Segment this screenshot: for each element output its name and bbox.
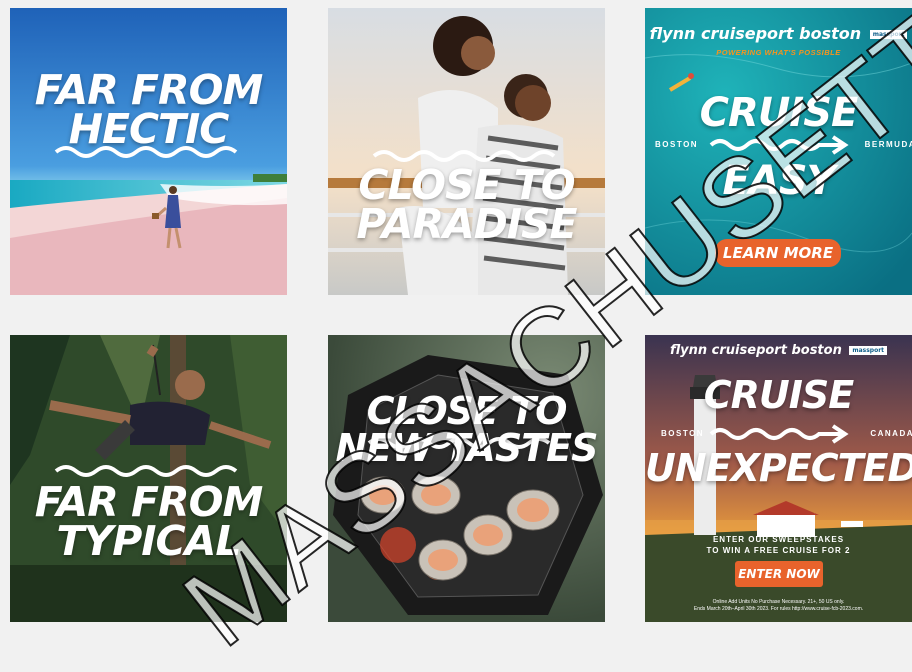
headline-top: CRUISE: [699, 90, 859, 136]
ad-tile-cruise-unexpected[interactable]: flynn cruiseport boston massport CRUISE …: [645, 335, 912, 622]
headline-top: CRUISE: [703, 373, 854, 417]
wave-arrow-icon: [645, 134, 912, 156]
headline-line-2: NEW TASTES: [335, 426, 599, 470]
ad-tile-close-to-new-tastes[interactable]: CLOSE TO NEW TASTES: [328, 335, 605, 622]
promo-line-2: TO WIN A FREE CRUISE FOR 2: [706, 546, 851, 555]
enter-now-button[interactable]: ENTER NOW: [735, 561, 823, 587]
massport-logo: massport: [869, 30, 908, 39]
learn-more-button[interactable]: LEARN MORE: [715, 239, 841, 267]
ad-tile-cruise-easy[interactable]: flynn cruiseport boston massport POWERIN…: [645, 8, 912, 295]
fine-print-line-1: Online Add Units No Purchase Necessary. …: [712, 599, 845, 605]
ad-tile-close-to-paradise[interactable]: CLOSE TO PARADISE: [328, 8, 605, 295]
brand-name: flynn cruiseport boston: [669, 343, 842, 358]
brand-name: flynn cruiseport boston: [649, 24, 862, 43]
ad-tile-far-from-typical[interactable]: FAR FROM TYPICAL: [10, 335, 287, 622]
wave-divider-icon: [10, 144, 287, 160]
ad-tile-far-from-hectic[interactable]: FAR FROM HECTIC: [10, 8, 287, 295]
headline-line-1: CLOSE TO: [366, 389, 568, 433]
headline-bottom: UNEXPECTED: [645, 446, 912, 490]
wave-divider-icon: [10, 463, 287, 479]
headline-bottom: EASY: [722, 158, 835, 204]
tagline: POWERING WHAT'S POSSIBLE: [716, 48, 841, 57]
promo-line-1: ENTER OUR SWEEPSTAKES: [712, 535, 845, 544]
massport-logo: massport: [849, 346, 888, 355]
clams-grill-photo: [328, 335, 605, 622]
headline-line-2: PARADISE: [356, 199, 577, 248]
fine-print-line-2: Ends March 20th–April 30th 2023. For rul…: [693, 606, 864, 612]
wave-arrow-icon: [645, 423, 912, 445]
headline-line-2: TYPICAL: [56, 516, 242, 565]
